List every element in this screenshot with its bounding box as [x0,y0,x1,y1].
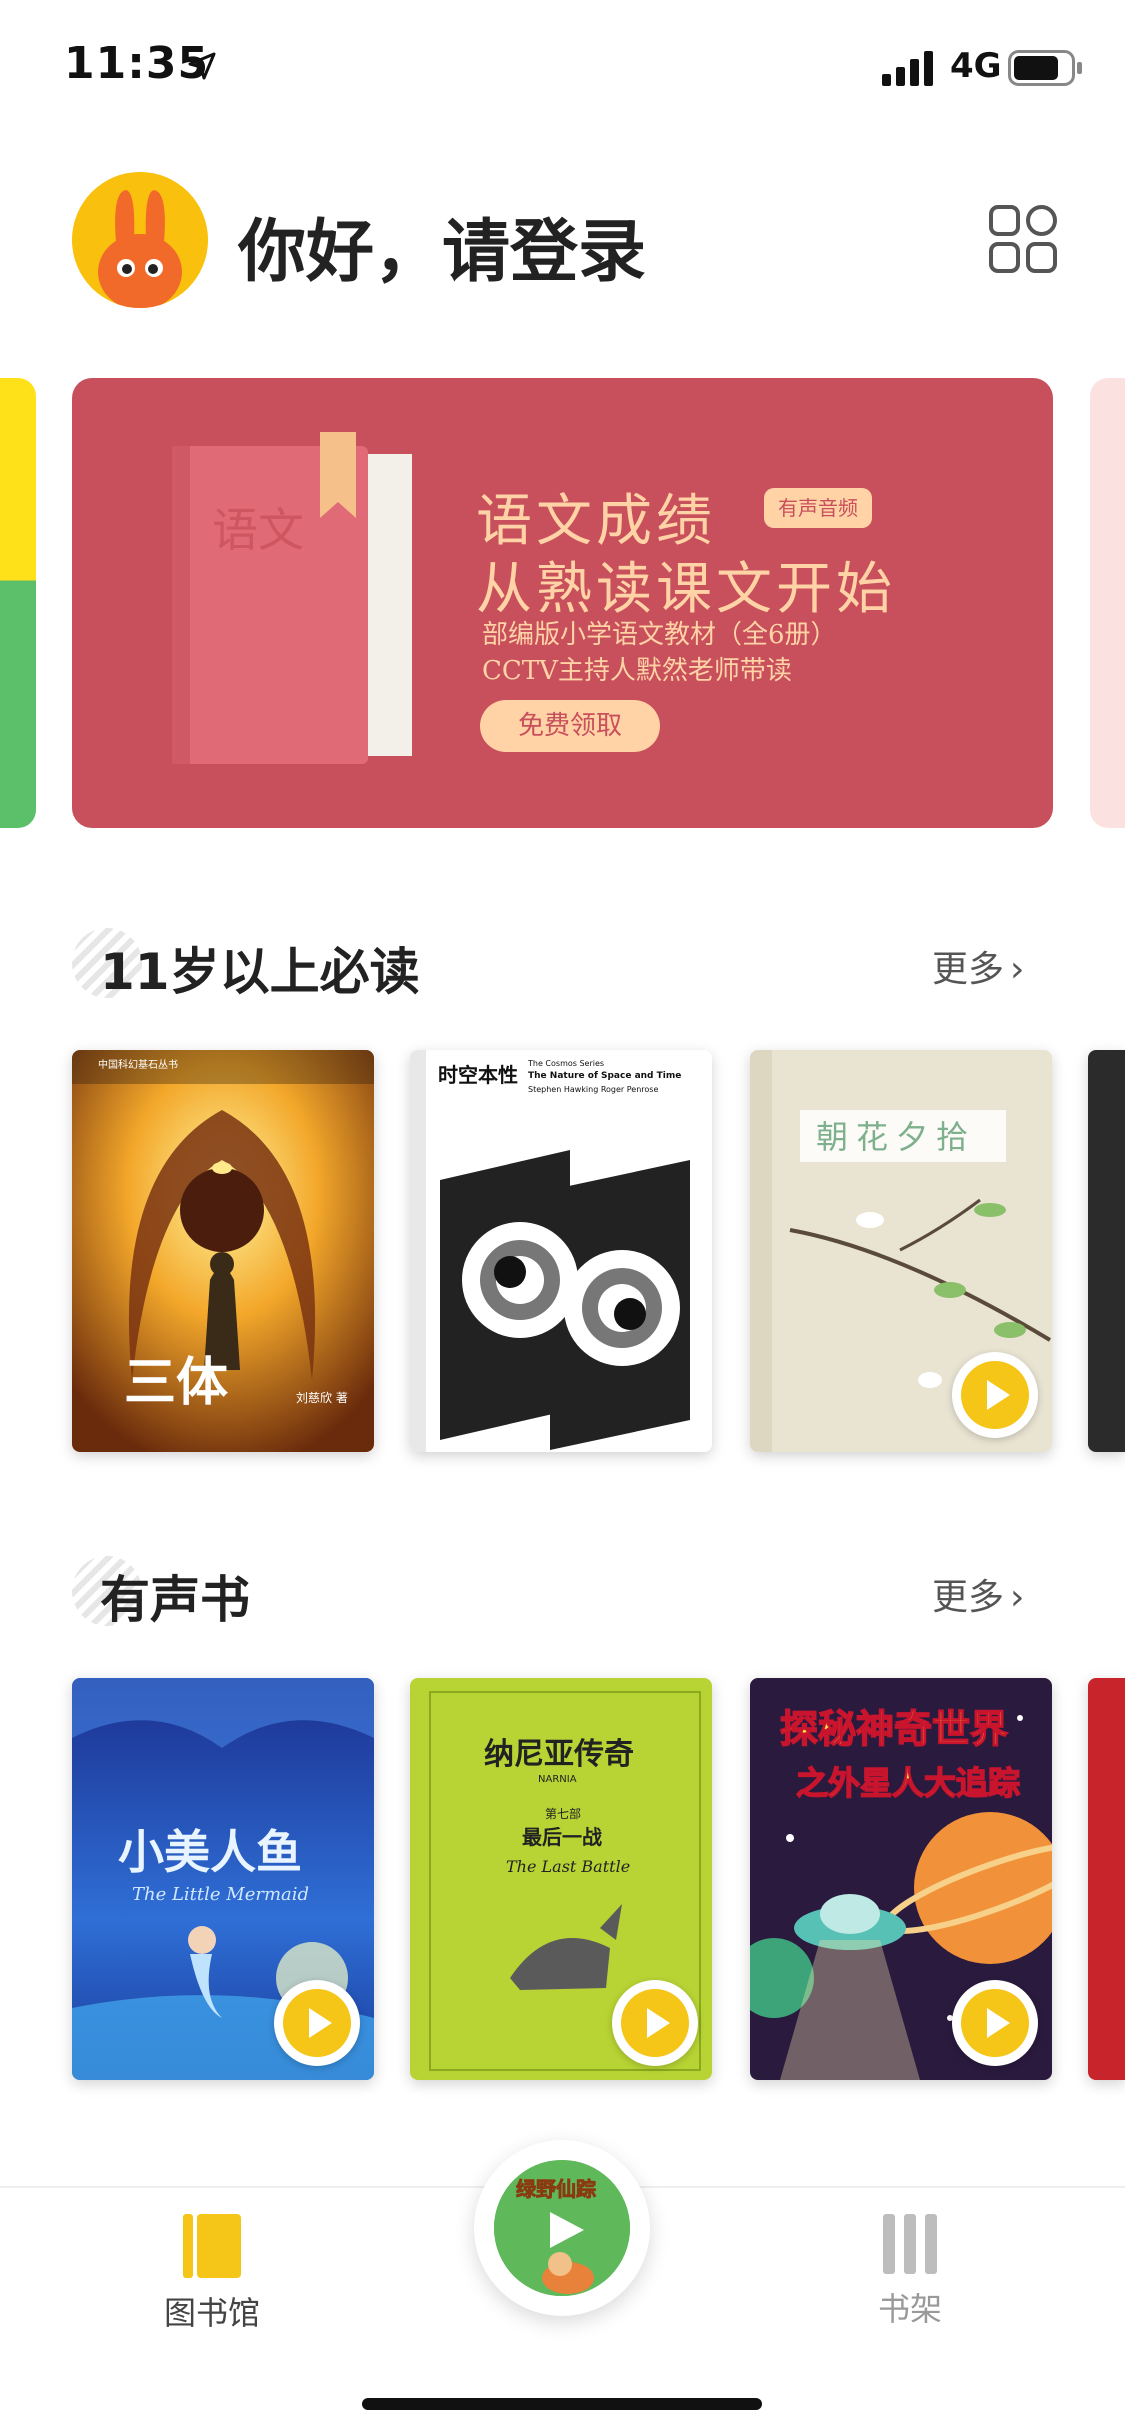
book-title-narnia: 纳尼亚传奇 [484,1737,634,1772]
now-playing-title: 绿野仙踪 [516,2177,596,2201]
promo-banner[interactable]: 语文 语文成绩 有声音频 从熟读课文开始 部编版小学语文教材（全6册） CCTV… [72,378,1053,828]
location-arrow-icon [188,52,216,80]
chevron-right-icon: › [1010,1577,1025,1618]
free-claim-button[interactable]: 免费领取 [480,700,660,752]
book-series-narnia: NARNIA [538,1774,577,1785]
now-playing-artwork: 绿野仙踪 [494,2160,630,2296]
textbook-illustration: 语文 [172,432,412,764]
banner-prev-peek[interactable] [0,378,36,828]
book-card-santi[interactable]: 三体 刘慈欣 著 中国科幻基石丛书 [72,1050,374,1452]
play-icon [961,1989,1029,2057]
book-title-en-space-time: The Nature of Space and Time [528,1071,681,1081]
book-volume-narnia: 第七部 [545,1806,581,1821]
play-icon [961,1361,1029,1429]
banner-next-peek[interactable] [1090,378,1125,828]
login-greeting[interactable]: 你好，请登录 [238,196,646,295]
avatar[interactable] [72,172,208,308]
network-type: 4G [950,46,1002,86]
now-playing-button[interactable]: 绿野仙踪 [474,2140,650,2316]
more-label: 更多 [932,949,1005,990]
book-cover-nature-of-space-time: 时空本性 The Cosmos Series The Nature of Spa… [410,1050,712,1452]
book-card-peek[interactable] [1088,1050,1125,1452]
book-title-zhaohua: 朝花夕拾 [816,1118,976,1156]
book-subtitle-narnia: 最后一战 [522,1825,602,1849]
book-title-line2-alien: 之外星人大追踪 [796,1764,1020,1802]
cellular-signal-icon [882,51,933,86]
library-book-icon [183,2214,241,2278]
book-title-cn-space-time: 时空本性 [438,1063,518,1087]
book-title-mermaid: 小美人鱼 [118,1825,302,1879]
play-button[interactable] [274,1980,360,2066]
play-icon [283,1989,351,2057]
tab-library-label: 图书馆 [163,2294,260,2332]
book-card-alien-tracking[interactable]: 探秘神奇世界 之外星人大追踪 [750,1678,1052,2080]
book-card-peek[interactable] [1088,1678,1125,2080]
bookshelf-icon [883,2214,937,2274]
tab-bookshelf-label: 书架 [877,2290,942,2328]
book-author-santi: 刘慈欣 著 [296,1390,348,1405]
more-link-audiobooks[interactable]: 更多 › [932,1568,1024,1620]
book-title-en-mermaid: The Little Mermaid [132,1884,309,1905]
book-title-santi: 三体 [124,1353,228,1413]
play-button[interactable] [952,1352,1038,1438]
book-card-little-mermaid[interactable]: 小美人鱼 The Little Mermaid [72,1678,374,2080]
banner-book-label: 语文 [212,503,304,557]
play-button[interactable] [612,1980,698,2066]
section-title-must-read: 11岁以上必读 [100,943,420,1001]
play-icon [621,1989,689,2057]
now-playing-cover: 绿野仙踪 [494,2160,630,2296]
book-subtitle-en-narnia: The Last Battle [506,1857,630,1876]
book-card-narnia[interactable]: 纳尼亚传奇 NARNIA 第七部 最后一战 The Last Battle [410,1678,712,2080]
book-series-space-time: The Cosmos Series [527,1059,604,1068]
book-card-zhaohua-xishi[interactable]: 朝花夕拾 [750,1050,1052,1452]
chevron-right-icon: › [1010,949,1025,990]
banner-subtitle-line2: CCTV主持人默然老师带读 [482,656,792,686]
book-cover-santi: 三体 刘慈欣 著 中国科幻基石丛书 [72,1050,374,1452]
book-authors-space-time: Stephen Hawking Roger Penrose [528,1085,658,1094]
tab-library[interactable]: 图书馆 [112,2214,312,2334]
more-link-must-read[interactable]: 更多 › [932,940,1024,992]
book-title-line1-alien: 探秘神奇世界 [780,1707,1008,1751]
more-label: 更多 [932,1577,1005,1618]
book-card-nature-of-space-time[interactable]: 时空本性 The Cosmos Series The Nature of Spa… [410,1050,712,1452]
spiral-artwork [440,1150,690,1450]
banner-title-line2: 从熟读课文开始 [476,557,896,622]
audio-badge: 有声音频 [764,488,872,528]
rabbit-avatar-icon [72,172,208,308]
home-indicator [362,2398,762,2410]
tab-bookshelf[interactable]: 书架 [810,2214,1010,2330]
section-title-audiobooks: 有声书 [100,1571,250,1629]
status-bar: 11:35 4G [0,0,1125,135]
play-button[interactable] [952,1980,1038,2066]
book-series-santi: 中国科幻基石丛书 [98,1058,178,1071]
banner-subtitle-line1: 部编版小学语文教材（全6册） [482,620,837,650]
grid-menu-icon[interactable] [988,204,1058,274]
battery-icon [1008,50,1082,86]
